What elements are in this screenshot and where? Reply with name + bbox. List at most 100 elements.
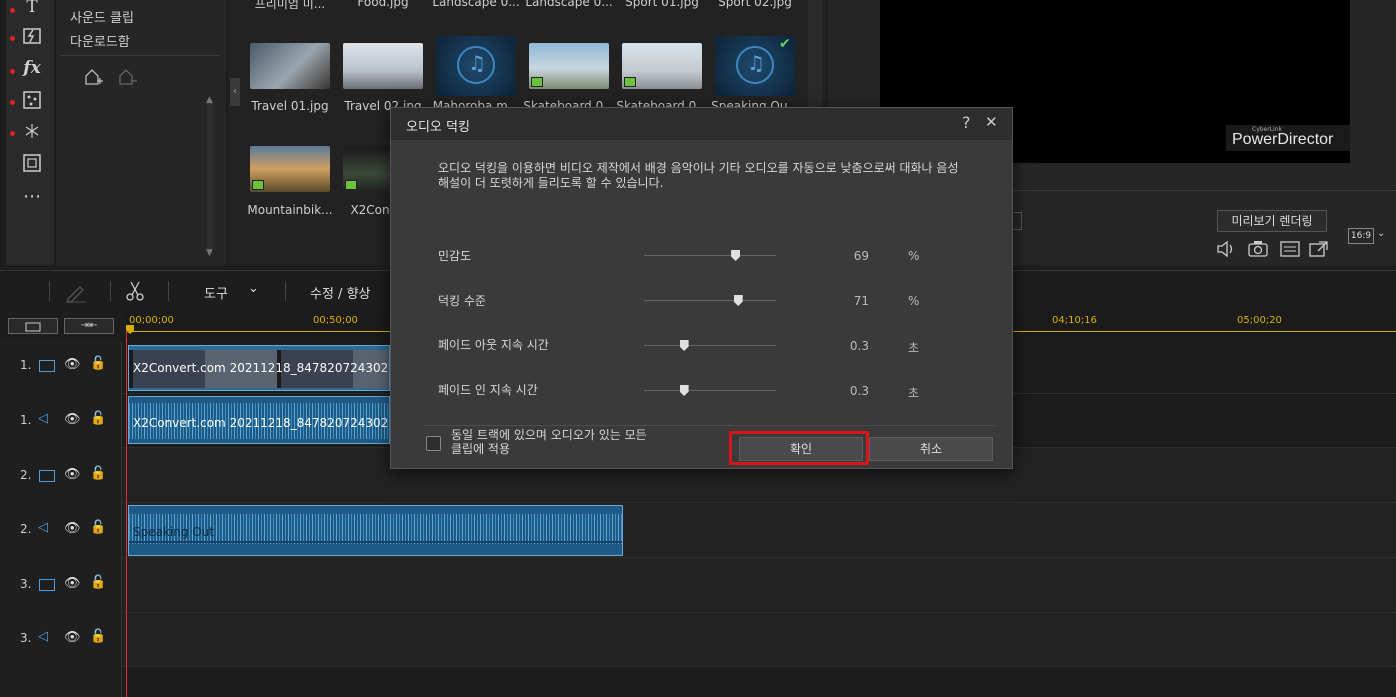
collapse-panel-icon[interactable]: ‹ — [230, 78, 240, 106]
category-sound-clips[interactable]: 사운드 클립 — [70, 7, 134, 26]
ducking-level-slider[interactable] — [644, 300, 776, 301]
media-thumbnail[interactable] — [343, 43, 423, 89]
fade-out-slider-thumb[interactable] — [679, 340, 689, 351]
fade-out-label: 페이드 아웃 지속 시간 — [438, 338, 549, 352]
add-tag-icon[interactable] — [82, 66, 104, 92]
ruler-tick: 05;00;20 — [1237, 315, 1282, 326]
media-thumbnail[interactable] — [529, 43, 609, 89]
media-thumbnail[interactable] — [250, 146, 330, 192]
volume-icon[interactable] — [1216, 240, 1236, 262]
lock-icon[interactable]: 🔓 — [90, 520, 106, 535]
video-badge-icon — [252, 180, 264, 190]
fade-in-label: 페이드 인 지속 시간 — [438, 383, 538, 397]
track-manager-icon[interactable] — [8, 318, 58, 334]
particle-icon[interactable] — [21, 90, 43, 112]
audio-clip-speaking-out[interactable]: Speaking Out — [128, 505, 623, 556]
eye-icon[interactable]: 👁 — [64, 521, 81, 536]
ruler-tick: 00;50;00 — [313, 315, 358, 326]
apply-all-checkbox[interactable] — [426, 436, 441, 451]
fade-in-slider-thumb[interactable] — [679, 385, 689, 396]
dialog-titlebar: 오디오 덕킹 ? ✕ — [391, 108, 1012, 140]
dialog-description: 오디오 덕킹을 이용하면 비디오 제작에서 배경 음악이나 기타 오디오를 자동… — [438, 161, 959, 190]
fx-icon[interactable]: fx — [21, 57, 43, 79]
subtitle-icon[interactable] — [1280, 240, 1300, 262]
fade-in-value[interactable]: 0.3 — [831, 384, 869, 398]
ducking-level-slider-thumb[interactable] — [733, 295, 743, 306]
more-icon[interactable]: ⋯ — [21, 186, 43, 208]
eye-icon[interactable]: 👁 — [64, 576, 81, 591]
edit-pencil-icon[interactable] — [64, 281, 88, 307]
audio-clip[interactable]: X2Convert.com 20211218_847820724302169..… — [128, 396, 390, 444]
sensitivity-slider[interactable] — [644, 255, 776, 256]
sensitivity-slider-thumb[interactable] — [731, 250, 741, 261]
ok-button[interactable]: 확인 — [739, 437, 863, 461]
active-dot — [10, 131, 15, 136]
lock-icon[interactable]: 🔓 — [90, 466, 106, 481]
media-label: Landscape 0... — [525, 0, 613, 9]
chevron-down-icon[interactable]: ⌄ — [1377, 228, 1385, 239]
pip-icon[interactable] — [21, 153, 43, 175]
help-icon[interactable]: ? — [962, 113, 971, 132]
media-thumbnail[interactable] — [622, 43, 702, 89]
track-number: 3. — [20, 631, 32, 645]
ruler-tick: 00;00;00 — [129, 315, 174, 326]
remove-tag-icon[interactable] — [116, 66, 138, 92]
scroll-down-icon[interactable]: ▼ — [206, 248, 213, 258]
eye-icon[interactable]: 👁 — [64, 357, 81, 372]
track-row-video-3 — [122, 558, 1396, 613]
track-number: 2. — [20, 522, 32, 536]
aspect-ratio-select[interactable]: 16:9 — [1348, 228, 1374, 244]
scroll-up-icon[interactable]: ▲ — [206, 95, 213, 105]
track-number: 3. — [20, 577, 32, 591]
video-badge-icon — [531, 77, 543, 87]
snapshot-icon[interactable] — [1248, 240, 1268, 262]
fade-out-value[interactable]: 0.3 — [831, 339, 869, 353]
media-thumbnail[interactable]: ♫ ✔ — [715, 36, 795, 96]
eye-icon[interactable]: 👁 — [64, 630, 81, 645]
lock-icon[interactable]: 🔓 — [90, 629, 106, 644]
room-tabs-strip: T fx ⋯ — [6, 0, 54, 265]
track-number: 1. — [20, 413, 32, 427]
lock-icon[interactable]: 🔓 — [90, 411, 106, 426]
divider — [168, 281, 169, 301]
lock-icon[interactable]: 🔓 — [90, 575, 106, 590]
media-thumbnail[interactable]: ♫ — [436, 36, 516, 96]
volume-line[interactable] — [129, 541, 622, 543]
playhead-line[interactable] — [126, 330, 127, 697]
media-label: 프리미엄 미... — [254, 0, 326, 11]
eye-icon[interactable]: 👁 — [64, 412, 81, 427]
audio-track-icon: ◁ — [38, 411, 48, 426]
video-clip[interactable]: X2Convert.com 20211218_847820724302169..… — [128, 345, 390, 391]
chevron-down-icon[interactable]: ⌄ — [248, 281, 259, 296]
render-preview-button[interactable]: 미리보기 렌더링 — [1217, 210, 1327, 232]
tools-menu[interactable]: 도구 — [204, 283, 228, 302]
category-downloaded[interactable]: 다운로드함 — [70, 31, 130, 50]
ducking-level-value[interactable]: 71 — [831, 294, 869, 308]
lock-icon[interactable]: 🔓 — [90, 356, 106, 371]
check-icon: ✔ — [779, 36, 791, 52]
split-scissors-icon[interactable] — [124, 280, 146, 306]
ducking-level-label: 덕킹 수준 — [438, 294, 486, 308]
sensitivity-unit: % — [908, 249, 920, 263]
audio-track-icon: ◁ — [38, 520, 48, 535]
category-scrollbar[interactable] — [207, 100, 213, 250]
sparkle-icon[interactable] — [21, 121, 43, 143]
fit-timeline-icon[interactable]: ⇥⇤ — [64, 318, 114, 334]
playhead-marker[interactable] — [126, 325, 134, 334]
transition-icon[interactable] — [21, 26, 43, 48]
close-icon[interactable]: ✕ — [985, 113, 998, 131]
text-icon[interactable]: T — [21, 0, 43, 18]
sensitivity-label: 민감도 — [438, 249, 472, 263]
clip-title: Speaking Out — [133, 525, 215, 539]
detach-preview-icon[interactable] — [1309, 240, 1329, 262]
media-label: Food.jpg — [357, 0, 409, 9]
cancel-button[interactable]: 취소 — [869, 437, 993, 461]
active-dot — [10, 8, 15, 13]
fade-out-slider[interactable] — [644, 345, 776, 346]
fix-enhance-button[interactable]: 수정 / 향상 — [310, 283, 371, 302]
watermark-box: CyberLink PowerDirector — [1226, 125, 1350, 151]
eye-icon[interactable]: 👁 — [64, 467, 81, 482]
fade-in-slider[interactable] — [644, 390, 776, 391]
sensitivity-value[interactable]: 69 — [831, 249, 869, 263]
media-thumbnail[interactable] — [250, 43, 330, 89]
